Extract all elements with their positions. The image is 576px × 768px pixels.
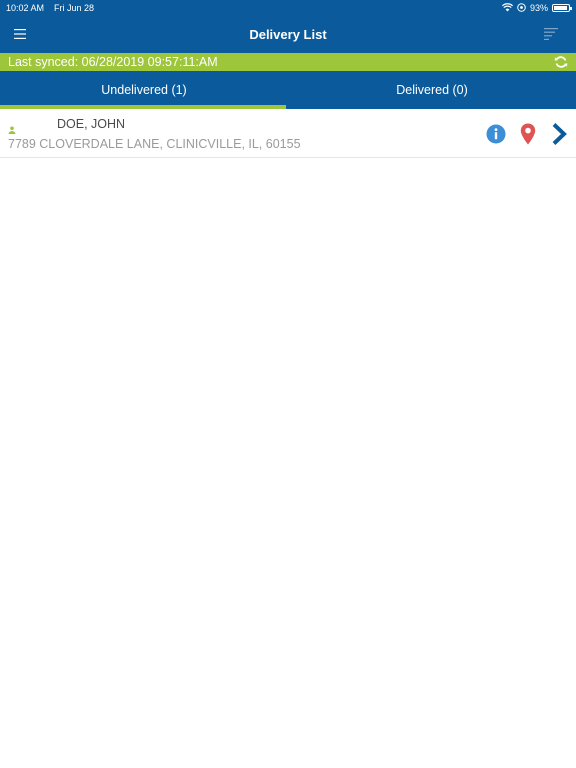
status-right: 93%	[501, 2, 572, 14]
tab-undelivered[interactable]: Undelivered (1)	[0, 71, 288, 109]
map-pin-icon[interactable]	[517, 123, 539, 145]
tab-delivered-label: Delivered (0)	[396, 83, 468, 97]
sync-bar: Last synced: 06/28/2019 09:57:11:AM	[0, 53, 576, 71]
person-icon	[8, 121, 16, 134]
status-left: 10:02 AM Fri Jun 28	[6, 3, 94, 13]
status-time: 10:02 AM	[6, 3, 45, 13]
status-date: Fri Jun 28	[54, 3, 95, 13]
tab-delivered[interactable]: Delivered (0)	[288, 71, 576, 109]
tab-undelivered-label: Undelivered (1)	[101, 83, 187, 97]
battery-fill	[554, 6, 568, 10]
refresh-icon[interactable]	[554, 55, 568, 69]
sort-lines-icon[interactable]	[541, 25, 561, 43]
info-icon[interactable]	[485, 123, 507, 145]
selected-tab-indicator	[0, 105, 286, 109]
battery-icon	[552, 4, 572, 12]
battery-percent: 93%	[529, 3, 548, 13]
tab-bar: Undelivered (1) Delivered (0)	[0, 71, 576, 109]
page-title: Delivery List	[249, 27, 327, 42]
nav-bar: Delivery List	[0, 16, 576, 53]
wifi-icon	[501, 2, 513, 14]
location-lock-icon	[517, 2, 526, 14]
recipient-name: DOE, JOHN	[57, 117, 126, 131]
status-bar: 10:02 AM Fri Jun 28 93%	[0, 0, 576, 16]
delivery-list-item[interactable]: DOE, JOHN 7789 CLOVERDALE LANE, CLINICVI…	[0, 110, 576, 158]
last-synced-text: Last synced: 06/28/2019 09:57:11:AM	[8, 55, 218, 69]
chevron-right-icon[interactable]	[548, 123, 570, 145]
recipient-address: 7789 CLOVERDALE LANE, CLINICVILLE, IL, 6…	[8, 137, 301, 151]
